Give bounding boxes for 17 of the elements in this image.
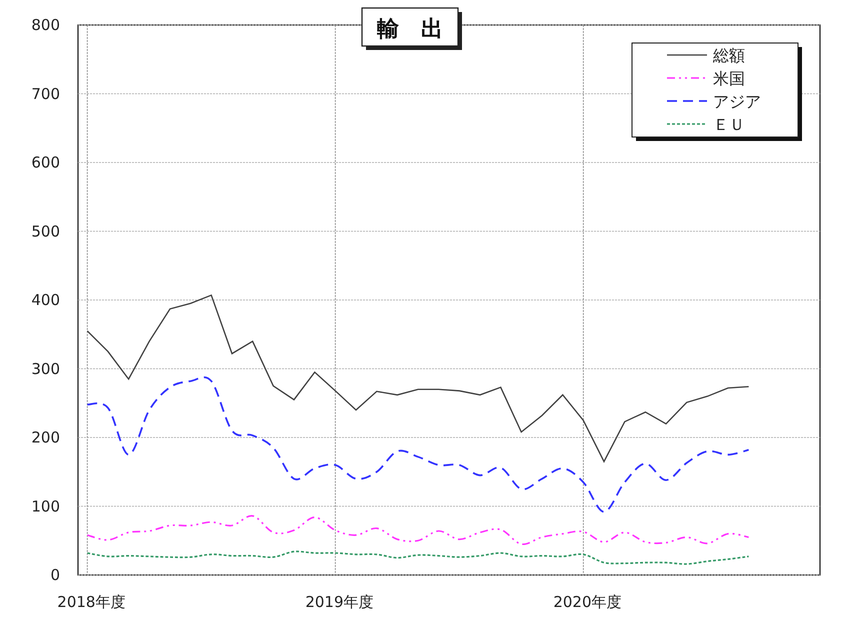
axis-label: 200 (31, 428, 60, 446)
axis-label: 2019年度 (305, 593, 374, 611)
axis-label: 700 (31, 84, 60, 103)
legend-label: 総額 (713, 46, 745, 65)
axis-label: 400 (31, 291, 60, 309)
axis-label: 500 (31, 222, 60, 240)
legend-label: ＥＵ (713, 115, 745, 134)
legend-label: 米国 (713, 69, 745, 88)
axis-label: 2018年度 (57, 593, 126, 611)
axis-label: 100 (31, 497, 60, 516)
axis-label: 300 (31, 360, 60, 378)
axis-label: 800 (31, 16, 60, 34)
axis-label: 600 (31, 154, 60, 172)
axis-label: 0 (50, 566, 60, 584)
axis-label: 2020年度 (553, 593, 622, 611)
legend-label: アジア (713, 92, 761, 111)
chart-title: 輸 出 (361, 7, 462, 50)
